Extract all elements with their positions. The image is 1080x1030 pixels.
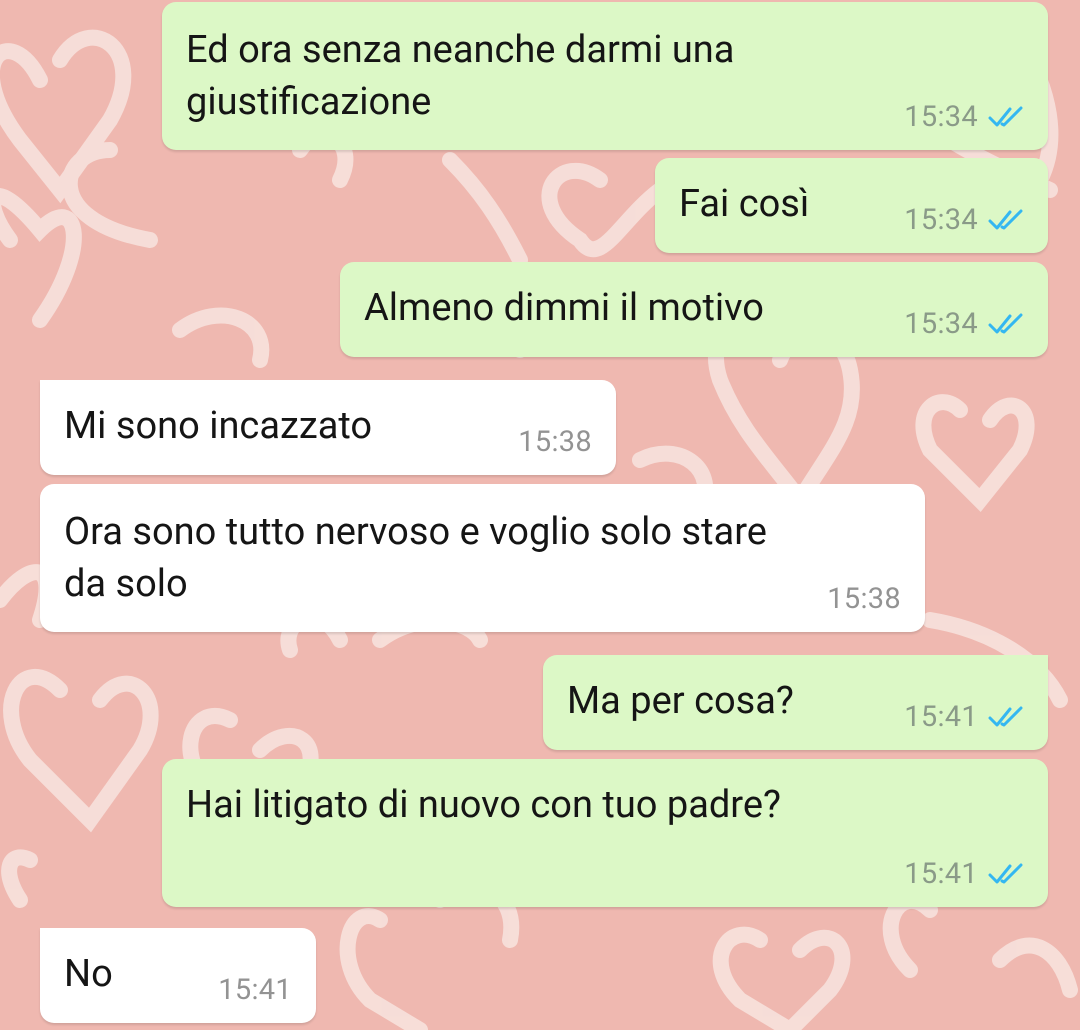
message-bubble-outgoing[interactable]: Ma per cosa? 15:41 <box>543 655 1048 750</box>
message-bubble-incoming[interactable]: No 15:41 <box>40 928 316 1023</box>
message-time: 15:41 <box>904 857 978 891</box>
double-check-read-icon <box>988 863 1023 884</box>
message-meta: 15:41 <box>904 857 1024 891</box>
message-time: 15:38 <box>827 582 901 616</box>
message-text: Ma per cosa? <box>567 679 794 723</box>
message-text: Hai litigato di nuovo con tuo padre? <box>186 783 781 827</box>
message-meta: 15:34 <box>904 100 1024 134</box>
message-time: 15:41 <box>904 700 978 734</box>
message-meta: 15:34 <box>904 307 1024 341</box>
message-time: 15:41 <box>218 973 292 1007</box>
message-text: Mi sono incazzato <box>64 404 373 448</box>
double-check-read-icon <box>988 313 1023 334</box>
message-time: 15:34 <box>904 203 978 237</box>
double-check-read-icon <box>988 106 1023 127</box>
message-meta: 15:38 <box>827 582 901 616</box>
double-check-read-icon <box>988 706 1023 727</box>
message-time: 15:34 <box>904 307 978 341</box>
message-bubble-outgoing[interactable]: Almeno dimmi il motivo 15:34 <box>340 262 1048 357</box>
message-bubble-outgoing[interactable]: Hai litigato di nuovo con tuo padre? 15:… <box>162 759 1048 907</box>
message-bubble-incoming[interactable]: Ora sono tutto nervoso e voglio solo sta… <box>40 484 925 632</box>
message-meta: 15:41 <box>904 700 1024 734</box>
message-text: Fai così <box>679 182 810 226</box>
message-time: 15:38 <box>518 425 592 459</box>
message-text: Ora sono tutto nervoso e voglio solo sta… <box>64 510 767 606</box>
message-bubble-outgoing[interactable]: Ed ora senza neanche darmi una giustific… <box>162 2 1048 150</box>
message-bubble-incoming[interactable]: Mi sono incazzato 15:38 <box>40 380 616 475</box>
message-text: No <box>64 952 113 996</box>
message-text: Almeno dimmi il motivo <box>364 286 764 330</box>
message-meta: 15:41 <box>218 973 292 1007</box>
message-meta: 15:38 <box>518 425 592 459</box>
message-time: 15:34 <box>904 100 978 134</box>
message-bubble-outgoing[interactable]: Fai così 15:34 <box>655 158 1048 253</box>
message-text: Ed ora senza neanche darmi una giustific… <box>186 28 735 124</box>
double-check-read-icon <box>988 209 1023 230</box>
message-meta: 15:34 <box>904 203 1024 237</box>
